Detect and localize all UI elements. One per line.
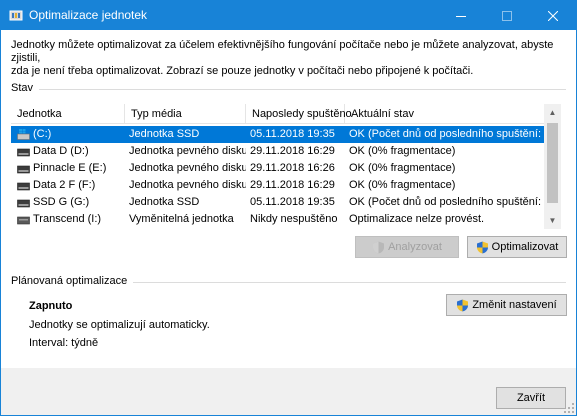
scroll-up-arrow-icon[interactable]: ▲ [544,104,561,121]
media-type-cell: Jednotka SSD [129,128,200,140]
drive-name-cell: Pinnacle E (E:) [11,160,125,177]
last-run-cell: Nikdy nespuštěno [250,213,338,225]
last-run-cell: 29.11.2018 16:29 [250,145,335,157]
footer-bar: Zavřít [1,368,576,415]
defrag-icon [9,10,23,21]
resize-grip-icon[interactable] [564,403,574,413]
current-status-cell: OK (Počet dnů od posledního spuštění: 26… [349,128,544,140]
media-type-cell: Jednotka pevného disku [129,145,246,157]
drive-name: Rezervováno systé... [33,228,125,229]
last-run-cell: 05.11.2018 19:35 [250,196,335,208]
drive-row[interactable]: Rezervováno systé... Jednotka SSD 14.11.20… [11,228,544,229]
drive-row[interactable]: SSD G (G:) Jednotka SSD 05.11.2018 19:35 OK… [11,194,544,211]
current-status-cell: OK (0% fragmentace) [349,145,456,157]
current-status-cell: OK (Počet dnů od posledního spuštění: 26… [349,196,544,208]
drive-name-cell: Data D (D:) [11,143,125,160]
uac-shield-icon [373,241,385,253]
status-group-label: Stav [11,82,40,94]
last-run-cell: 14.11.2018 19:36 [250,228,345,229]
title-bar[interactable]: Optimalizace jednotek [1,1,576,30]
hard-drive-icon [17,182,30,191]
removable-drive-icon [17,216,30,225]
drives-list[interactable]: Jednotka Typ média Naposledy spuštěno Ak… [11,104,544,229]
hard-drive-icon [17,148,30,157]
close-icon [548,10,558,21]
windows-drive-icon [17,129,30,140]
last-run-cell: 05.11.2018 19:35 [250,128,335,140]
status-group-divider [11,89,566,90]
optimize-drives-window: Optimalizace jednotek Jednotky můžete op… [0,0,577,416]
optimize-button-label: Optimalizovat [491,241,559,253]
drive-row[interactable]: Transcend (I:) Vyměnitelná jednotka Nikdy … [11,211,544,228]
drive-name: Data 2 F (F:) [33,179,96,191]
minimize-icon [456,15,466,17]
scrollbar-thumb[interactable] [547,123,558,203]
drive-row[interactable]: Data 2 F (F:) Jednotka pevného disku 29.11… [11,177,544,194]
drive-name-cell: (C:) [11,126,125,143]
client-area: Jednotky můžete optimalizovat za účelem … [1,30,576,415]
current-status-cell: OK (0% fragmentace) [349,162,456,174]
drive-name: (C:) [33,128,52,140]
analyze-button-label: Analyzovat [388,241,442,253]
media-type-cell: Jednotka SSD [129,196,200,208]
media-type-cell: Jednotka SSD [129,228,246,229]
analyze-button[interactable]: Analyzovat [355,236,459,258]
maximize-icon [502,10,512,21]
column-header-current-status[interactable]: Aktuální stav [345,104,544,124]
change-settings-button[interactable]: Změnit nastavení [446,294,567,316]
intro-line-1: Jednotky můžete optimalizovat za účelem … [11,39,554,64]
schedule-group-label: Plánovaná optimalizace [11,275,134,287]
drive-name: Pinnacle E (E:) [33,162,107,174]
drive-name-cell: Data 2 F (F:) [11,177,125,194]
hard-drive-icon [17,199,30,208]
current-status-cell: OK (0% fragmentace) [349,179,456,191]
minimize-button[interactable] [438,1,484,30]
uac-shield-icon [476,241,488,253]
intro-line-2: zda je není třeba optimalizovat. Zobrazí… [11,65,474,77]
drive-name-cell: Rezervováno systé... [11,228,125,229]
drive-name-cell: Transcend (I:) [11,211,125,228]
schedule-description: Jednotky se optimalizují automaticky. [29,319,210,331]
drives-list-header: Jednotka Typ média Naposledy spuštěno Ak… [11,104,544,124]
intro-text: Jednotky můžete optimalizovat za účelem … [11,39,566,78]
maximize-button [484,1,530,30]
uac-shield-icon [457,299,469,311]
window-title: Optimalizace jednotek [29,8,148,22]
column-header-media-type[interactable]: Typ média [125,104,246,124]
last-run-cell: 29.11.2018 16:29 [250,179,335,191]
column-header-drive[interactable]: Jednotka [11,104,125,124]
drives-list-scrollbar[interactable]: ▲ ▼ [544,104,561,229]
media-type-cell: Jednotka pevného disku [129,162,246,174]
close-window-button[interactable] [530,1,576,30]
schedule-interval: Interval: týdně [29,337,99,349]
close-button[interactable]: Zavřít [496,387,566,409]
current-status-cell: OK (Počet dnů od posledního spuštění: 17… [349,228,544,229]
drive-name: Transcend (I:) [33,213,102,225]
drive-name-cell: SSD G (G:) [11,194,125,211]
column-header-last-run[interactable]: Naposledy spuštěno [246,104,352,124]
close-button-label: Zavřít [516,392,546,404]
media-type-cell: Jednotka pevného disku [129,179,246,191]
media-type-cell: Vyměnitelná jednotka [129,213,234,225]
drive-name: SSD G (G:) [33,196,90,208]
drive-name: Data D (D:) [33,145,89,157]
current-status-cell: Optimalizace nelze provést. [349,213,485,225]
change-settings-button-label: Změnit nastavení [472,299,557,311]
drive-row[interactable]: Data D (D:) Jednotka pevného disku 29.11.2… [11,143,544,160]
drive-row[interactable]: Pinnacle E (E:) Jednotka pevného disku 29.… [11,160,544,177]
optimize-button[interactable]: Optimalizovat [467,236,567,258]
last-run-cell: 29.11.2018 16:26 [250,162,335,174]
drive-row[interactable]: (C:) Jednotka SSD 05.11.2018 19:35 OK (Poče… [11,126,544,143]
scroll-down-arrow-icon[interactable]: ▼ [544,212,561,229]
schedule-state: Zapnuto [29,300,73,312]
hard-drive-icon [17,165,30,174]
